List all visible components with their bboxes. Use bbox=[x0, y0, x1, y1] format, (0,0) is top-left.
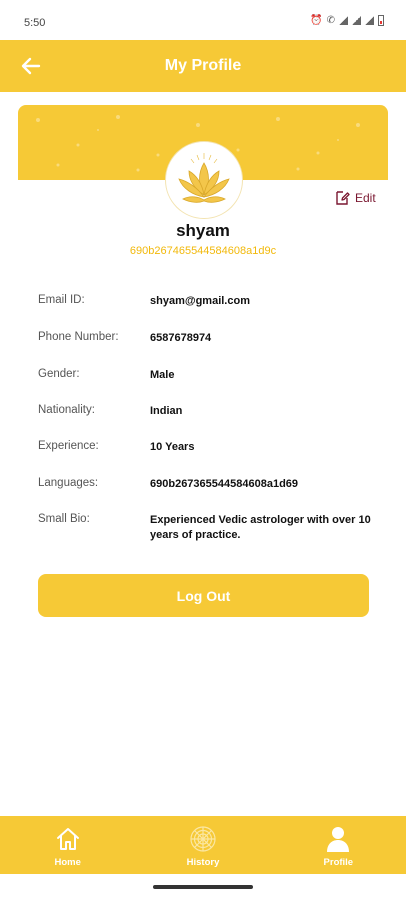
detail-label: Nationality: bbox=[38, 404, 95, 416]
detail-label: Small Bio: bbox=[38, 513, 90, 525]
detail-label: Email ID: bbox=[38, 294, 85, 306]
detail-value: 10 Years bbox=[150, 441, 195, 453]
nav-profile[interactable]: Profile bbox=[271, 816, 406, 874]
signal-icon-2 bbox=[365, 16, 374, 25]
detail-value: shyam@gmail.com bbox=[150, 295, 250, 307]
call-icon: ✆ bbox=[326, 15, 335, 26]
detail-label: Gender: bbox=[38, 368, 80, 380]
detail-value: Experienced Vedic astrologer with over 1… bbox=[150, 514, 371, 541]
profile-name: shyam bbox=[176, 221, 230, 240]
status-icons: ⏰ ✆ bbox=[310, 15, 384, 26]
detail-label: Languages: bbox=[38, 477, 99, 489]
detail-value: 6587678974 bbox=[150, 332, 212, 344]
edit-icon bbox=[336, 191, 350, 205]
status-bar: 5:50 ⏰ ✆ bbox=[0, 0, 406, 40]
detail-value: Indian bbox=[150, 405, 183, 417]
bottom-nav: Home History Profile bbox=[0, 816, 406, 874]
home-icon bbox=[56, 828, 79, 850]
page-title: My Profile bbox=[164, 57, 242, 74]
detail-value: Male bbox=[150, 369, 175, 381]
nav-label: Home bbox=[54, 857, 81, 868]
history-icon bbox=[190, 826, 216, 852]
edit-profile-button[interactable]: Edit bbox=[334, 190, 376, 206]
nav-label: Profile bbox=[323, 857, 354, 868]
wifi-icon bbox=[339, 16, 348, 25]
detail-value: 690b267365544584608a1d69 bbox=[150, 478, 299, 490]
edit-label: Edit bbox=[355, 191, 376, 205]
nav-history[interactable]: History bbox=[135, 816, 270, 874]
home-indicator[interactable] bbox=[153, 885, 253, 889]
alarm-icon: ⏰ bbox=[310, 15, 323, 26]
battery-icon bbox=[378, 15, 384, 26]
app-bar: My Profile bbox=[0, 40, 406, 92]
avatar bbox=[166, 142, 242, 218]
nav-label: History bbox=[186, 857, 220, 868]
detail-label: Phone Number: bbox=[38, 331, 119, 343]
logout-button[interactable]: Log Out bbox=[38, 574, 369, 617]
signal-icon bbox=[352, 16, 361, 25]
status-time: 5:50 bbox=[24, 17, 46, 29]
lotus-icon bbox=[178, 153, 230, 203]
profile-icon bbox=[327, 827, 350, 852]
nav-home[interactable]: Home bbox=[0, 816, 135, 874]
detail-label: Experience: bbox=[38, 440, 99, 452]
profile-id: 690b267465544584608a1d9c bbox=[129, 245, 277, 257]
